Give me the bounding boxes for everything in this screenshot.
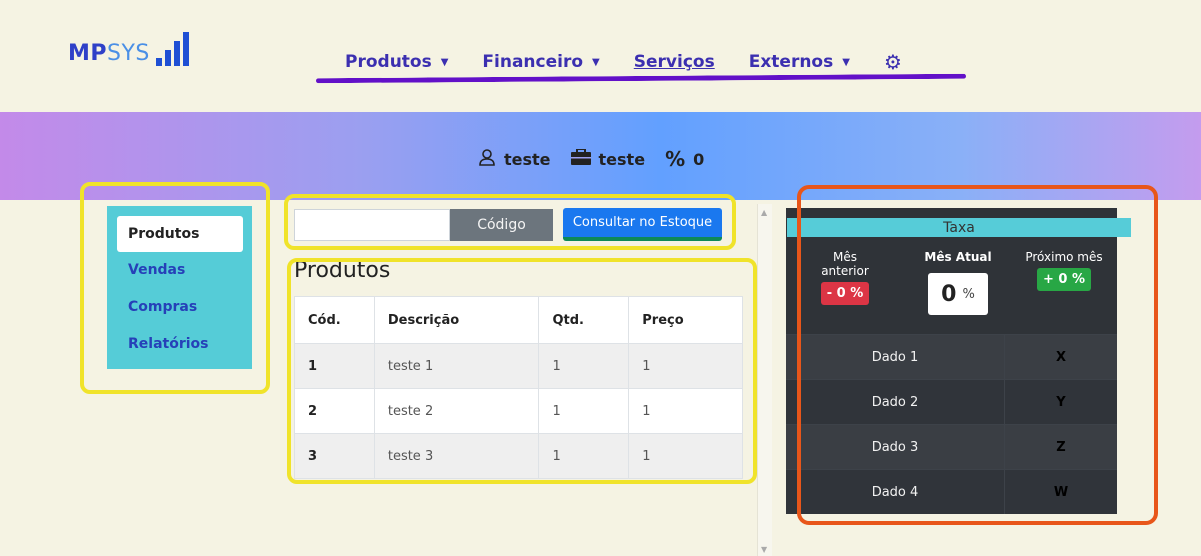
app-logo[interactable]: MP SYS — [68, 26, 189, 66]
scroll-up-icon[interactable]: ▲ — [761, 208, 767, 217]
percent-group: % 0 — [665, 147, 704, 171]
settings-button[interactable]: ⚙ — [884, 50, 902, 74]
user-info-bar: teste teste % 0 — [478, 147, 724, 171]
company-group: teste — [570, 147, 646, 170]
gear-icon: ⚙ — [883, 50, 902, 74]
nav-financeiro-label: Financeiro — [482, 52, 584, 72]
logo-sys-text: SYS — [107, 41, 150, 66]
nav-externos-label: Externos — [748, 52, 834, 72]
nav-externos-dropdown[interactable]: Externos ▼ — [749, 52, 850, 72]
bar-chart-icon — [155, 30, 189, 66]
top-navigation: Produtos ▼ Financeiro ▼ Serviços Externo… — [345, 50, 936, 74]
nav-annotation-underline — [315, 73, 967, 84]
caret-down-icon: ▼ — [592, 56, 600, 68]
nav-produtos-dropdown[interactable]: Produtos ▼ — [345, 52, 448, 72]
search-annotation-box — [284, 194, 736, 250]
table-annotation-box — [287, 258, 757, 484]
nav-servicos-label: Serviços — [633, 52, 715, 72]
user-group: teste — [478, 148, 551, 171]
briefcase-icon — [570, 147, 591, 170]
percent-icon: % — [665, 147, 686, 171]
user-name: teste — [504, 149, 551, 169]
user-icon — [478, 148, 496, 171]
nav-servicos-link[interactable]: Serviços — [634, 52, 715, 72]
nav-financeiro-dropdown[interactable]: Financeiro ▼ — [482, 52, 599, 72]
company-name: teste — [598, 149, 646, 169]
scrollbar[interactable]: ▲ ▼ — [757, 204, 772, 556]
percent-value: 0 — [693, 149, 705, 169]
caret-down-icon: ▼ — [842, 56, 850, 68]
sidebar-annotation-box — [80, 182, 270, 394]
nav-produtos-label: Produtos — [345, 52, 432, 72]
logo-mp-text: MP — [68, 41, 108, 66]
caret-down-icon: ▼ — [440, 56, 449, 68]
rate-annotation-box — [797, 185, 1158, 525]
scroll-down-icon[interactable]: ▼ — [761, 545, 767, 554]
